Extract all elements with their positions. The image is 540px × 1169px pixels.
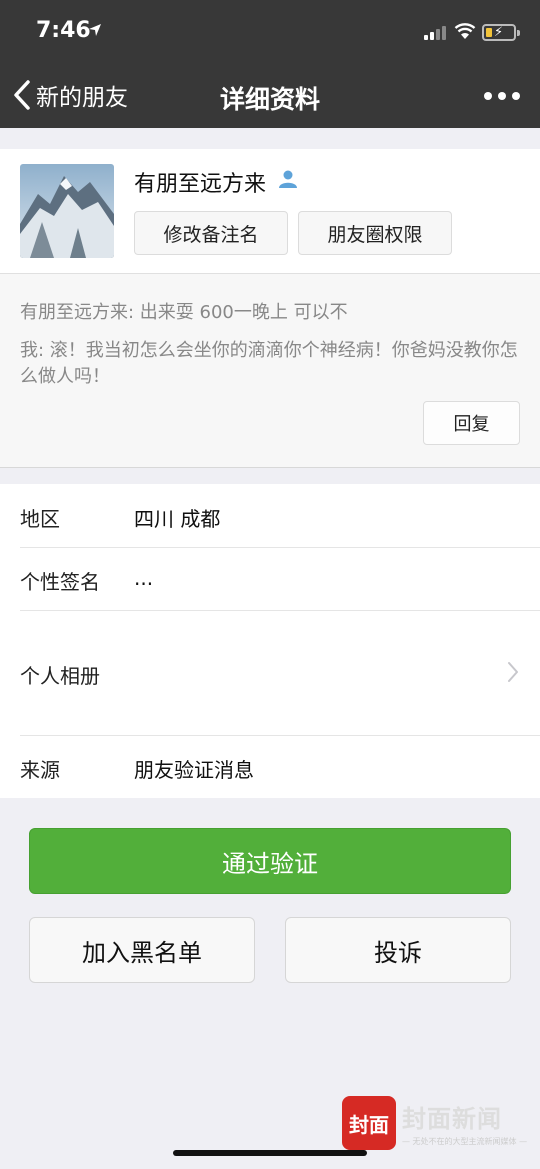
location-arrow-icon — [89, 24, 101, 36]
watermark-logo: 封面 — [342, 1096, 396, 1150]
cellular-signal-icon — [424, 26, 446, 40]
more-options-icon[interactable] — [484, 92, 520, 100]
region-label: 地区 — [20, 507, 60, 531]
verification-messages: 有朋至远方来: 出来耍 600一晚上 可以不 我: 滚！我当初怎么会坐你的滴滴你… — [0, 273, 540, 468]
signature-label: 个性签名 — [20, 570, 100, 594]
region-row: 地区 四川 成都 — [0, 484, 540, 547]
region-value: 四川 成都 — [134, 507, 221, 531]
status-time: 7:46 — [36, 18, 91, 43]
source-label: 来源 — [20, 758, 60, 782]
info-list: 地区 四川 成都 个性签名 ... 个人相册 来源 朋友验证消息 — [0, 484, 540, 798]
nav-bar: 新的朋友 详细资料 — [0, 64, 540, 128]
accept-verification-button[interactable]: 通过验证 — [29, 828, 511, 894]
message-from-me: 我: 滚！我当初怎么会坐你的滴滴你个神经病！你爸妈没教你怎么做人吗！ — [20, 340, 518, 387]
signature-value: ... — [134, 566, 154, 590]
wifi-icon — [454, 23, 476, 39]
source-row: 来源 朋友验证消息 — [0, 735, 540, 798]
watermark-subtitle: — 无处不在的大型主流新闻媒体 — — [402, 1137, 528, 1146]
source-value: 朋友验证消息 — [134, 758, 254, 782]
chevron-right-icon — [508, 662, 518, 682]
reply-button[interactable]: 回复 — [423, 401, 520, 445]
moments-permission-button[interactable]: 朋友圈权限 — [298, 211, 452, 255]
edit-remark-button[interactable]: 修改备注名 — [134, 211, 288, 255]
watermark: 封面 封面新闻 — 无处不在的大型主流新闻媒体 — — [342, 1096, 527, 1150]
message-from-contact: 有朋至远方来: 出来耍 600一晚上 可以不 — [20, 302, 348, 323]
battery-icon: ⚡ — [482, 24, 520, 41]
album-label: 个人相册 — [20, 664, 100, 688]
complain-button[interactable]: 投诉 — [285, 917, 511, 983]
album-row[interactable]: 个人相册 — [0, 610, 540, 735]
add-to-blacklist-button[interactable]: 加入黑名单 — [29, 917, 255, 983]
profile-card: 有朋至远方来 修改备注名 朋友圈权限 — [0, 149, 540, 273]
contact-name: 有朋至远方来 — [134, 172, 267, 197]
person-icon — [279, 170, 297, 188]
watermark-name: 封面新闻 — [402, 1104, 502, 1133]
status-bar: 7:46 ⚡ — [0, 0, 540, 64]
page-title: 详细资料 — [219, 85, 320, 114]
home-indicator[interactable] — [173, 1150, 367, 1156]
signature-row: 个性签名 ... — [0, 547, 540, 610]
avatar[interactable] — [20, 164, 114, 258]
